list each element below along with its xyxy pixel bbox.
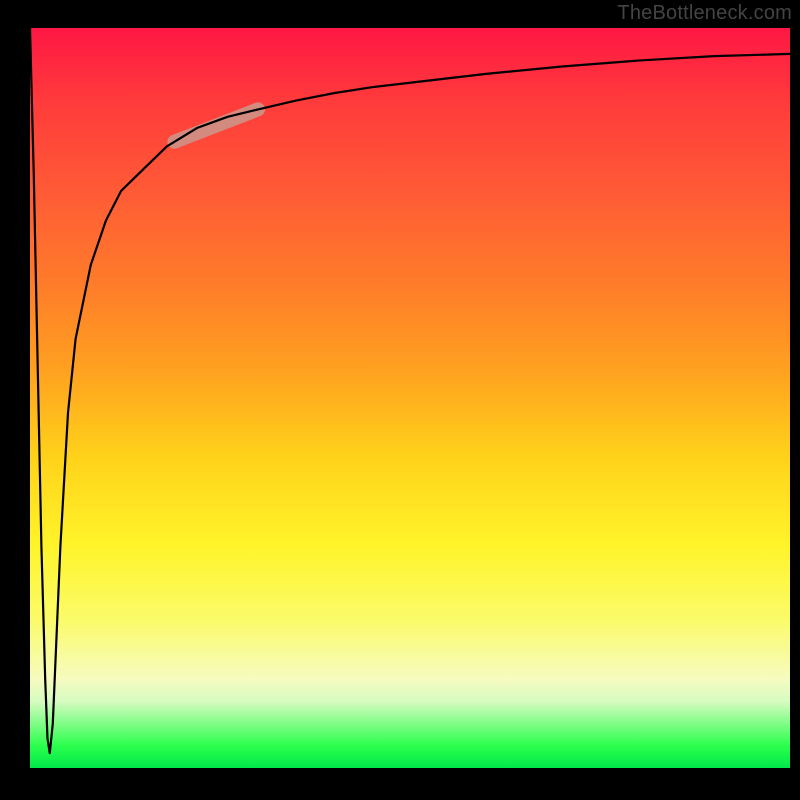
- highlight-segment: [174, 109, 258, 141]
- watermark-text: TheBottleneck.com: [617, 2, 792, 25]
- chart-svg: [30, 28, 790, 768]
- curve-path: [30, 28, 790, 753]
